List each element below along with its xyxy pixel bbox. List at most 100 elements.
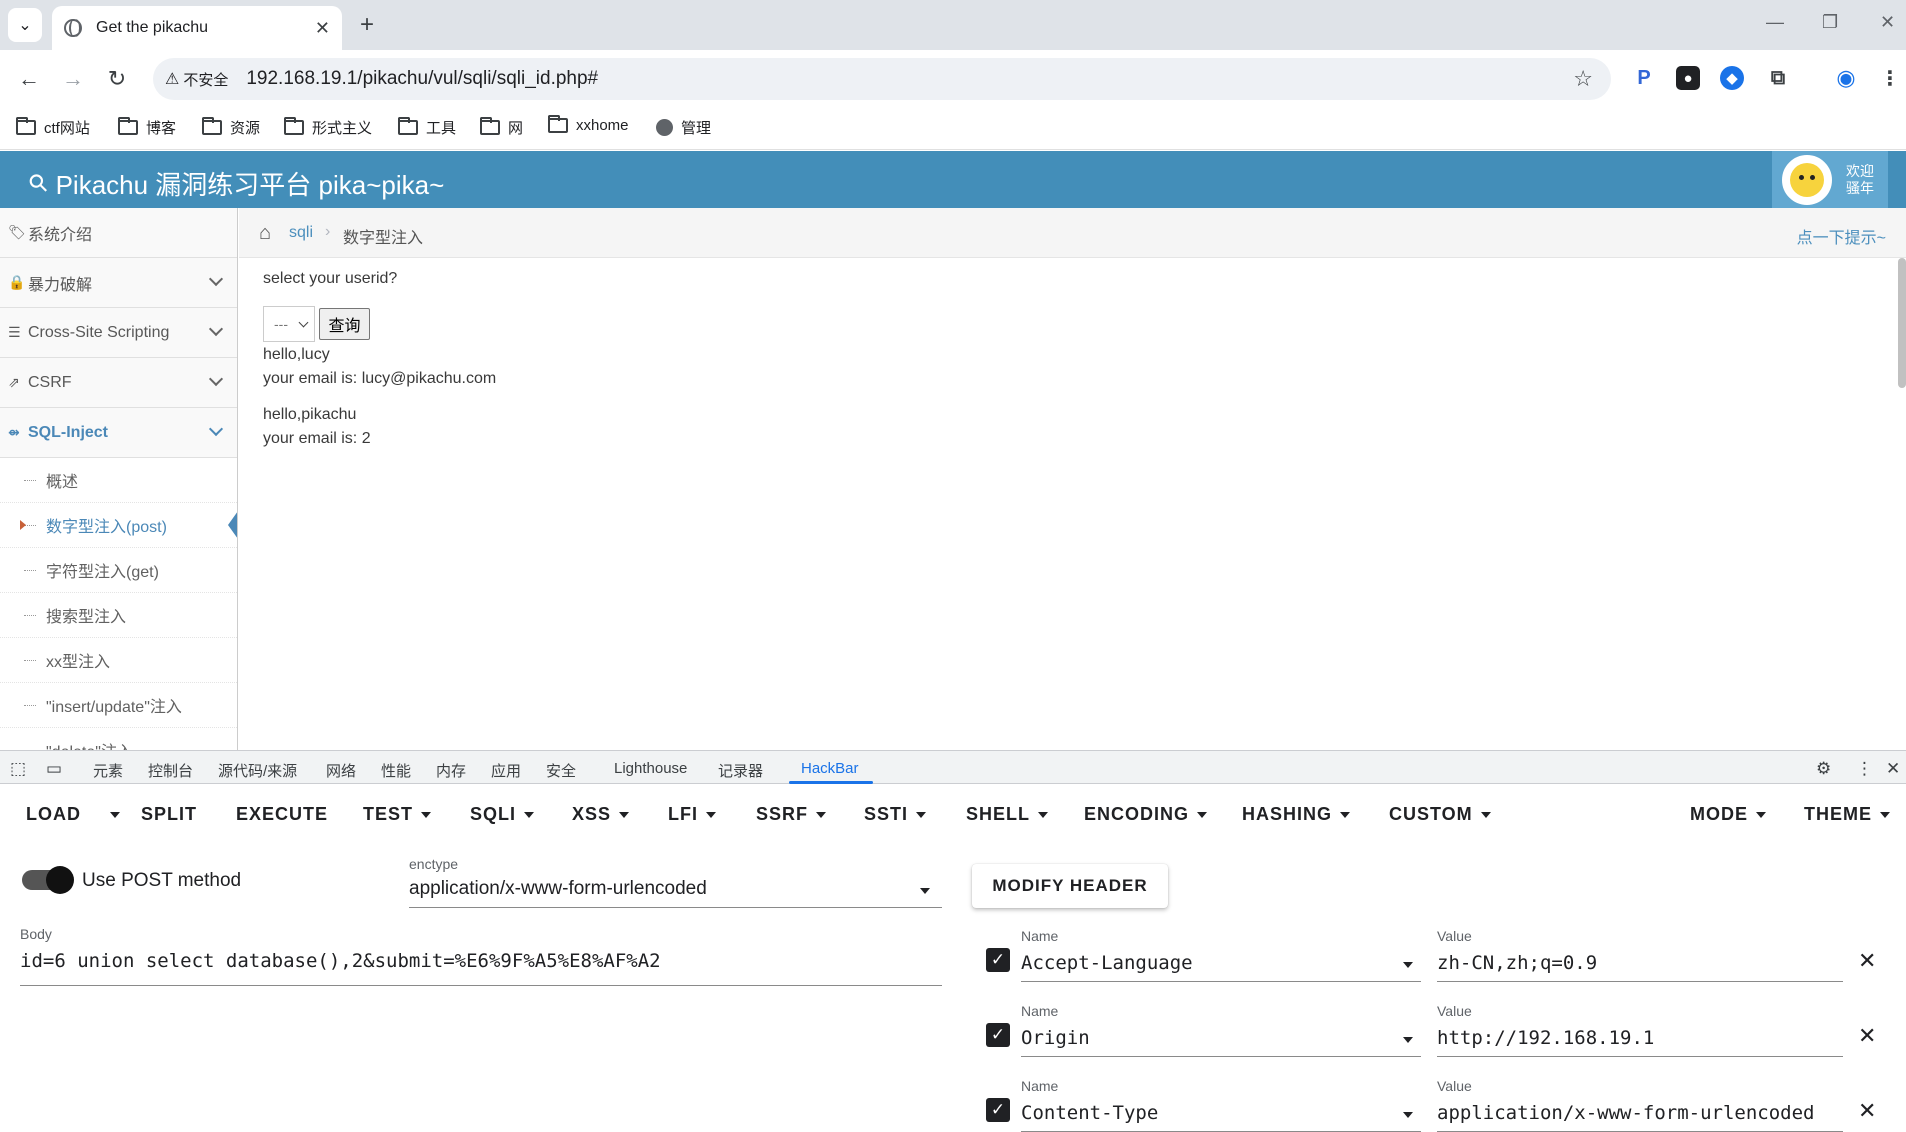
mode-menu[interactable]: MODE: [1690, 804, 1766, 825]
tab-search-button[interactable]: ⌄: [8, 8, 42, 42]
delete-header-icon[interactable]: ✕: [1858, 948, 1876, 974]
sqli-menu[interactable]: SQLI: [470, 804, 535, 825]
user-menu[interactable]: 欢迎 骚年: [1772, 151, 1888, 208]
delete-header-icon[interactable]: ✕: [1858, 1098, 1876, 1124]
execute-button[interactable]: EXECUTE: [236, 804, 328, 825]
reload-button[interactable]: ↻: [100, 62, 134, 96]
url-text[interactable]: 192.168.19.1/pikachu/vul/sqli/sqli_id.ph…: [246, 68, 598, 90]
site-title[interactable]: ⚲ Pikachu 漏洞练习平台 pika~pika~: [23, 165, 444, 202]
more-options-icon[interactable]: ⋮: [1856, 759, 1873, 779]
hint-link[interactable]: 点一下提示~: [1797, 224, 1886, 248]
load-button[interactable]: LOAD: [26, 804, 81, 825]
header-enabled-checkbox[interactable]: ✓: [986, 1023, 1010, 1047]
chevron-down-icon: [208, 321, 224, 337]
browser-tab[interactable]: Get the pikachu ✕: [52, 6, 342, 50]
sidebar-item-sqli[interactable]: ⇴ SQL-Inject: [0, 408, 237, 458]
xss-menu[interactable]: XSS: [572, 804, 630, 825]
page-scrollbar[interactable]: [1898, 258, 1906, 388]
devtools-tab[interactable]: 性能: [381, 760, 411, 781]
devtools-tab[interactable]: 控制台: [148, 760, 193, 781]
devtools-tab-hackbar[interactable]: HackBar: [801, 760, 859, 777]
extensions-puzzle-icon[interactable]: ⧉: [1766, 66, 1790, 90]
ssti-menu[interactable]: SSTI: [864, 804, 927, 825]
bookmark-item[interactable]: 管理: [656, 117, 711, 138]
delete-header-icon[interactable]: ✕: [1858, 1023, 1876, 1049]
enctype-select[interactable]: application/x-www-form-urlencoded: [409, 878, 942, 908]
sidebar-subitem-insert-update[interactable]: "insert/update"注入: [0, 683, 237, 728]
sidebar-subitem-delete[interactable]: "delete"注入: [0, 728, 237, 750]
header-value-input[interactable]: zh-CN,zh;q=0.9: [1437, 948, 1843, 982]
devtools-tab[interactable]: 记录器: [718, 760, 763, 781]
bookmark-item[interactable]: 资源: [202, 117, 260, 138]
bookmark-item[interactable]: 网: [480, 117, 523, 138]
sidebar-item-intro[interactable]: 🏷 系统介绍: [0, 208, 237, 258]
sidebar-item-bruteforce[interactable]: 🔒 暴力破解: [0, 258, 237, 308]
home-icon[interactable]: ⌂: [259, 222, 271, 245]
sidebar-subitem-numeric-post[interactable]: 数字型注入(post): [0, 503, 237, 548]
address-bar[interactable]: ⚠ 不安全 192.168.19.1/pikachu/vul/sqli/sqli…: [153, 58, 1611, 100]
bookmark-item[interactable]: ctf网站: [16, 117, 90, 138]
header-name-input[interactable]: Content-Type: [1021, 1098, 1421, 1132]
header-value-input[interactable]: application/x-www-form-urlencoded: [1437, 1098, 1843, 1132]
header-value-input[interactable]: http://192.168.19.1: [1437, 1023, 1843, 1057]
settings-gear-icon[interactable]: ⚙: [1816, 759, 1831, 779]
extension-p-icon[interactable]: P: [1632, 66, 1656, 90]
devtools-tab[interactable]: 源代码/来源: [218, 760, 297, 781]
devtools-tab[interactable]: 网络: [326, 760, 356, 781]
devtools-tab[interactable]: 内存: [436, 760, 466, 781]
close-devtools-icon[interactable]: ✕: [1886, 759, 1900, 779]
bookmark-star-icon[interactable]: ☆: [1573, 66, 1593, 92]
ssrf-menu[interactable]: SSRF: [756, 804, 827, 825]
userid-select[interactable]: ---: [263, 306, 315, 342]
sidebar-item-xss[interactable]: ☰ Cross-Site Scripting: [0, 308, 237, 358]
split-button[interactable]: SPLIT: [141, 804, 197, 825]
bookmark-item[interactable]: xxhome: [548, 115, 629, 134]
sidebar-subitem-string-get[interactable]: 字符型注入(get): [0, 548, 237, 593]
lfi-menu[interactable]: LFI: [668, 804, 716, 825]
more-menu-icon[interactable]: ⋮: [1878, 66, 1902, 90]
modify-header-button[interactable]: MODIFY HEADER: [972, 864, 1168, 908]
devtools-tab[interactable]: 应用: [491, 760, 521, 781]
test-menu[interactable]: TEST: [363, 804, 432, 825]
extension-face-icon[interactable]: ●: [1676, 66, 1700, 90]
profile-icon[interactable]: ◉: [1834, 65, 1858, 90]
inspect-element-icon[interactable]: ⬚: [10, 759, 26, 779]
shell-menu[interactable]: SHELL: [966, 804, 1049, 825]
load-dropdown-button[interactable]: [102, 804, 120, 825]
device-toolbar-icon[interactable]: ▭: [46, 759, 62, 779]
sidebar-subitem-xx[interactable]: xx型注入: [0, 638, 237, 683]
custom-menu[interactable]: CUSTOM: [1389, 804, 1491, 825]
breadcrumb-link-sqli[interactable]: sqli: [289, 224, 313, 242]
bookmarks-bar: ctf网站 博客 资源 形式主义 工具 网 xxhome 管理: [0, 108, 1906, 150]
folder-icon: [284, 117, 304, 135]
forward-button[interactable]: →: [56, 62, 90, 96]
devtools-tab[interactable]: Lighthouse: [614, 760, 687, 777]
back-button[interactable]: ←: [12, 62, 46, 96]
sidebar-subitem-search[interactable]: 搜索型注入: [0, 593, 237, 638]
sidebar-item-csrf[interactable]: ⇗ CSRF: [0, 358, 237, 408]
site-info-button[interactable]: ⚠ 不安全: [165, 69, 228, 90]
header-enabled-checkbox[interactable]: ✓: [986, 948, 1010, 972]
caret-down-icon: [920, 888, 930, 894]
devtools-tab[interactable]: 安全: [546, 760, 576, 781]
hashing-menu[interactable]: HASHING: [1242, 804, 1351, 825]
new-tab-button[interactable]: +: [352, 10, 382, 40]
extension-translate-icon[interactable]: ◆: [1720, 66, 1744, 90]
use-post-toggle[interactable]: [22, 866, 74, 894]
close-window-icon[interactable]: ✕: [1880, 12, 1895, 33]
close-icon[interactable]: ✕: [315, 18, 330, 39]
pikachu-icon: [1790, 162, 1824, 197]
bookmark-item[interactable]: 形式主义: [284, 117, 372, 138]
query-button[interactable]: 查询: [319, 308, 370, 340]
sidebar-subitem-overview[interactable]: 概述: [0, 458, 237, 503]
encoding-menu[interactable]: ENCODING: [1084, 804, 1208, 825]
restore-icon[interactable]: ❐: [1822, 12, 1838, 33]
header-name-input[interactable]: Origin: [1021, 1023, 1421, 1057]
header-name-input[interactable]: Accept-Language: [1021, 948, 1421, 982]
minimize-icon[interactable]: —: [1766, 12, 1784, 33]
bookmark-item[interactable]: 博客: [118, 117, 176, 138]
theme-menu[interactable]: THEME: [1804, 804, 1890, 825]
bookmark-item[interactable]: 工具: [398, 117, 456, 138]
header-enabled-checkbox[interactable]: ✓: [986, 1098, 1010, 1122]
devtools-tab[interactable]: 元素: [93, 760, 123, 781]
